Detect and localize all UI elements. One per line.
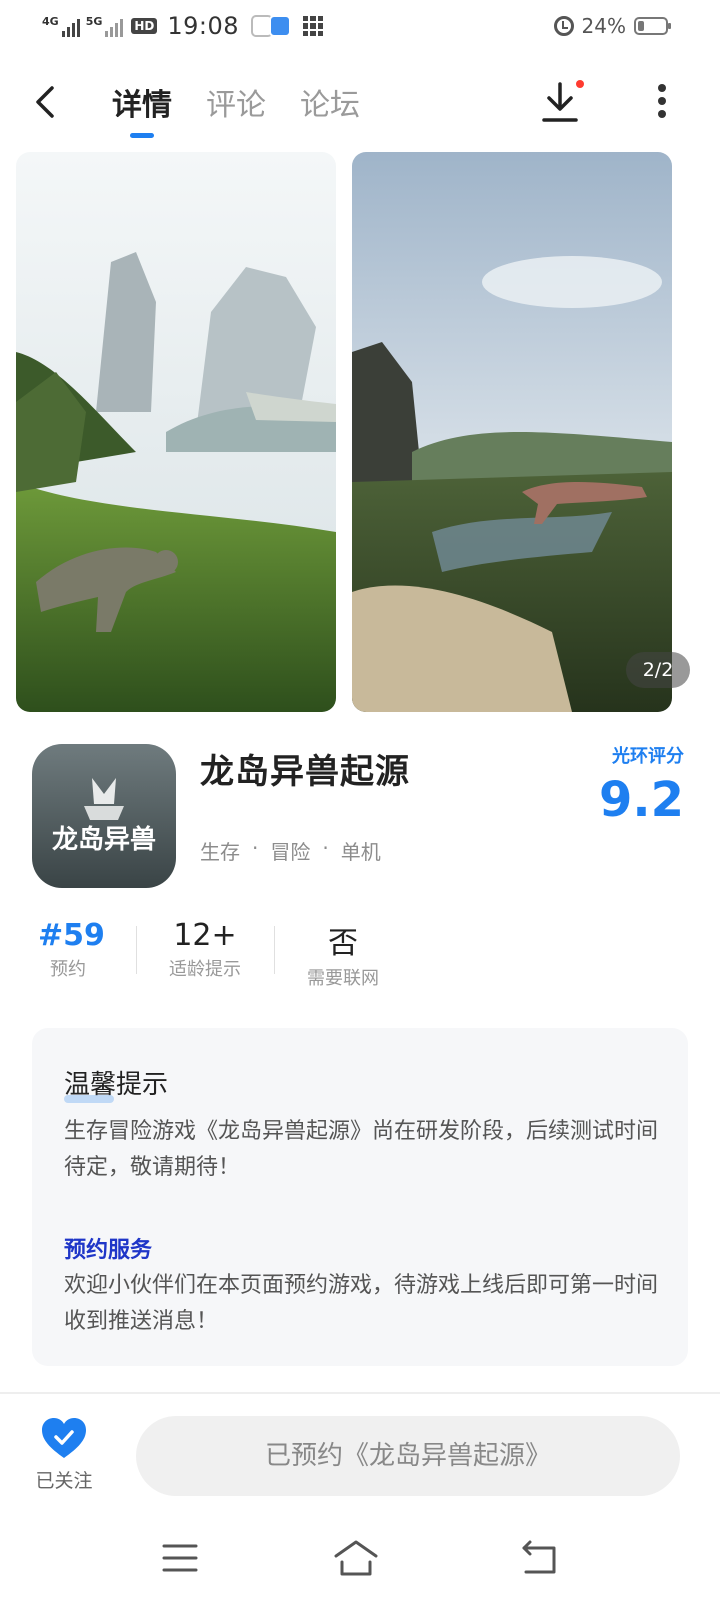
stat-label: 需要联网 — [307, 968, 379, 989]
notice-body: 生存冒险游戏《龙岛异兽起源》尚在研发阶段，后续测试时间待定，敬请期待！ — [64, 1119, 659, 1180]
gallery-page-counter: 2/2 — [626, 652, 690, 688]
menu-icon[interactable] — [158, 1538, 202, 1578]
status-right: 24% — [553, 14, 671, 38]
stat-network-required: 否 需要联网 — [298, 918, 388, 990]
battery-icon — [634, 17, 671, 35]
notice-card: 温馨提示 生存冒险游戏《龙岛异兽起源》尚在研发阶段，后续测试时间待定，敬请期待！… — [32, 1028, 688, 1366]
battery-percent: 24% — [581, 14, 626, 38]
tab-details[interactable]: 详情 — [112, 80, 172, 138]
follow-button[interactable]: 已关注 — [26, 1416, 102, 1493]
stat-value: #59 — [38, 918, 105, 953]
follow-label: 已关注 — [35, 1470, 93, 1492]
reservation-service-title: 预约服务 — [64, 1238, 153, 1263]
clock: 19:08 — [167, 12, 240, 40]
rating-label: 光环评分 — [612, 746, 684, 767]
bottom-bar-divider — [0, 1392, 720, 1394]
network-type-1: 4G — [42, 15, 59, 28]
hd-voice-badge: HD — [131, 18, 158, 34]
app-title: 龙岛异兽起源 — [200, 752, 410, 792]
tag-survival: 生存 — [200, 840, 240, 864]
tab-reviews[interactable]: 评论 — [206, 80, 266, 138]
status-left: 4G 5G HD 19:08 — [42, 12, 324, 40]
screenshot-2[interactable] — [352, 152, 672, 712]
reserved-button[interactable]: 已预约《龙岛异兽起源》 — [136, 1416, 680, 1496]
more-options-icon[interactable] — [650, 84, 674, 124]
app-icon: 龙岛异兽 — [32, 744, 176, 888]
stat-value: 12+ — [173, 918, 237, 953]
tab-forum[interactable]: 论坛 — [300, 80, 360, 138]
screenshot-1[interactable] — [16, 152, 336, 712]
download-icon[interactable] — [540, 80, 584, 124]
back-nav-icon[interactable] — [518, 1538, 562, 1578]
tag-separator: · — [322, 836, 329, 860]
stat-divider — [274, 926, 275, 974]
stat-divider — [136, 926, 137, 974]
home-icon[interactable] — [332, 1538, 380, 1578]
app-icon-logo-text: 龙岛异兽 — [52, 824, 156, 855]
heart-check-icon — [40, 1416, 88, 1460]
notice-title: 温馨提示 — [64, 1064, 168, 1103]
apps-grid-icon — [303, 16, 324, 36]
tag-adventure: 冒险 — [270, 840, 311, 864]
notification-app-icon-2 — [269, 15, 292, 37]
signal-5g-icon: 5G — [86, 15, 124, 37]
signal-4g-icon: 4G — [42, 15, 80, 37]
download-badge-dot — [576, 80, 584, 88]
stats-row: #59 预约 12+ 适龄提示 否 需要联网 — [0, 918, 720, 990]
tag-single-player: 单机 — [340, 840, 381, 864]
back-arrow-icon[interactable] — [28, 84, 64, 120]
app-tags: 生存 · 冒险 · 单机 — [200, 836, 381, 865]
screenshot-gallery[interactable]: 2/2 — [16, 152, 720, 712]
stat-label: 预约 — [50, 959, 86, 980]
rating-score: 9.2 — [598, 772, 684, 828]
stat-age-rating[interactable]: 12+ 适龄提示 — [160, 918, 250, 981]
stat-label: 适龄提示 — [169, 959, 241, 980]
stat-reservation-rank: #59 预约 — [38, 918, 105, 981]
reservation-service-body: 欢迎小伙伴们在本页面预约游戏，待游戏上线后即可第一时间收到推送消息！ — [64, 1273, 659, 1334]
system-navigation-bar — [0, 1520, 720, 1600]
alarm-icon — [553, 16, 574, 36]
status-bar: 4G 5G HD 19:08 24% — [0, 0, 720, 56]
network-type-2: 5G — [85, 15, 103, 28]
stat-value: 否 — [328, 926, 358, 961]
top-nav-bar: 详情 评论 论坛 — [0, 70, 720, 138]
tab-bar: 详情 评论 论坛 — [112, 80, 360, 138]
tag-separator: · — [252, 836, 259, 860]
